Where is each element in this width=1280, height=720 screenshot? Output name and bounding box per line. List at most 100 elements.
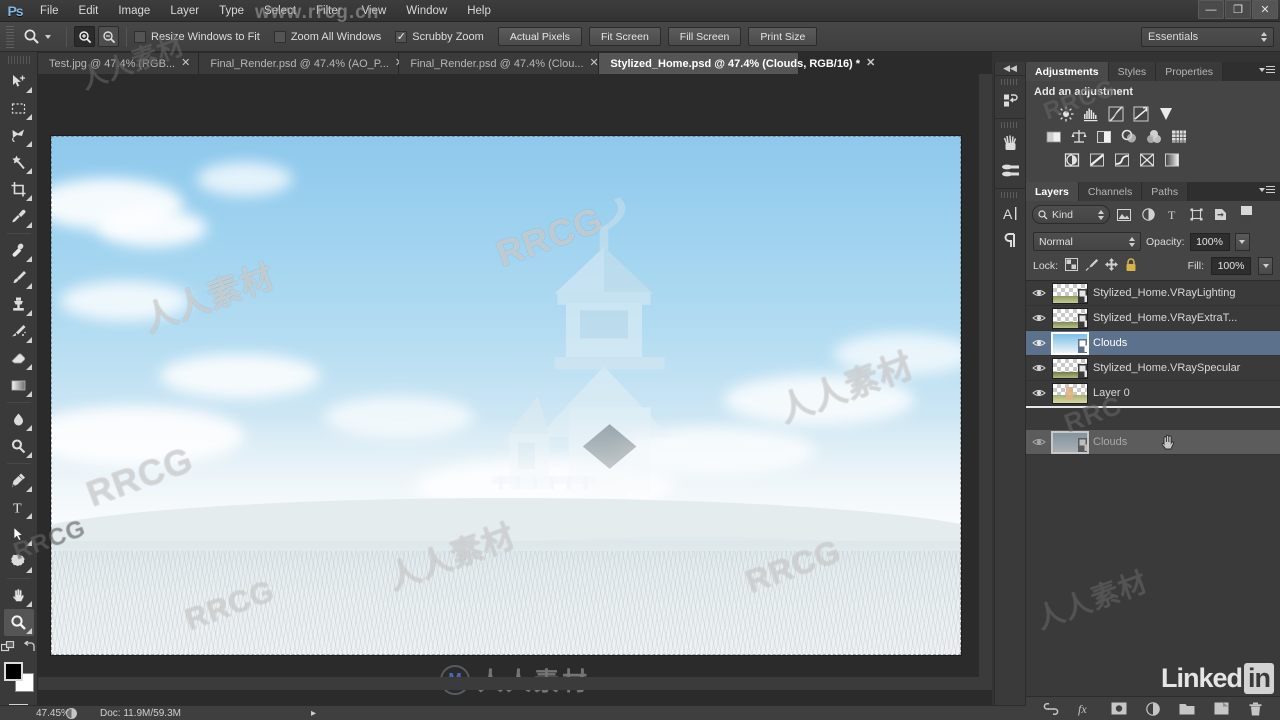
tool-preset-chevron-down-icon[interactable] [45,34,51,39]
blur-tool[interactable] [4,406,34,433]
opacity-dropdown-button[interactable] [1234,232,1250,251]
reset-tools-icon[interactable] [23,640,36,657]
canvas-area[interactable]: 人人素材 RRCG 人人素材 RRCG 人人素材 RRCG RRCG M 人人素… [38,74,992,705]
menu-edit[interactable]: Edit [69,0,109,22]
delete-layer-icon[interactable] [1246,700,1264,718]
layer-name[interactable]: Stylized_Home.VRayLighting [1093,287,1235,299]
path-selection-tool[interactable] [4,521,34,548]
status-preview-icon[interactable] [60,707,82,719]
layer-row-layer-0[interactable]: Layer 0 [1026,381,1280,406]
menu-help[interactable]: Help [457,0,501,22]
layer-filter-kind-select[interactable]: Kind [1032,205,1110,224]
history-icon[interactable] [996,87,1024,114]
rail-drag-handle[interactable] [1001,79,1019,85]
filter-toggle-icon[interactable] [1236,205,1256,224]
options-bar-drag-handle[interactable] [6,25,14,48]
canvas-vertical-scrollbar[interactable] [979,74,992,690]
layer-thumbnail[interactable] [1052,307,1088,329]
zoom-in-button[interactable] [74,26,95,47]
lasso-tool[interactable] [4,122,34,149]
smart-object-filter-icon[interactable] [1210,205,1230,224]
layer-name[interactable]: Stylized_Home.VRaySpecular [1093,362,1240,374]
menu-layer[interactable]: Layer [160,0,209,22]
tab-paths[interactable]: Paths [1142,182,1189,201]
layer-visibility-toggle[interactable] [1026,281,1052,306]
tab-close-icon[interactable]: ✕ [590,58,599,69]
zoom-all-windows-option[interactable]: Zoom All Windows [273,30,381,43]
menu-image[interactable]: Image [108,0,160,22]
character-icon[interactable]: A [996,200,1024,227]
minimize-button[interactable]: — [1198,0,1224,19]
layer-thumbnail[interactable] [1052,357,1088,379]
posterize-icon[interactable] [1087,151,1107,168]
layer-row-vrayspecular[interactable]: Stylized_Home.VRaySpecular [1026,356,1280,381]
status-menu-arrow-icon[interactable]: ▸ [311,708,316,719]
photo-filter-icon[interactable] [1119,128,1139,145]
fit-screen-button[interactable]: Fit Screen [588,27,661,46]
fill-screen-button[interactable]: Fill Screen [667,27,742,46]
tab-layers[interactable]: Layers [1026,182,1079,201]
menu-type[interactable]: Type [209,0,254,22]
channel-mixer-icon[interactable] [1144,128,1164,145]
print-size-button[interactable]: Print Size [748,27,818,46]
tools-panel-drag-handle[interactable] [7,56,30,64]
dragged-layer-row-clouds[interactable]: Clouds [1026,430,1280,455]
vibrance-icon[interactable] [1156,105,1176,122]
move-tool[interactable] [4,68,34,95]
layer-visibility-toggle[interactable] [1026,306,1052,331]
hue-saturation-icon[interactable] [1044,128,1064,145]
paragraph-icon[interactable] [996,227,1024,254]
layer-thumbnail[interactable] [1052,382,1088,404]
levels-icon[interactable] [1081,105,1101,122]
layer-row-clouds[interactable]: Clouds [1026,331,1280,356]
brush-panel-icon[interactable] [996,157,1024,184]
dodge-tool[interactable] [4,433,34,460]
brush-presets-icon[interactable] [996,130,1024,157]
history-brush-tool[interactable] [4,318,34,345]
layer-thumbnail[interactable] [1051,430,1089,454]
tool-preset-picker[interactable] [20,26,59,48]
menu-window[interactable]: Window [396,0,457,22]
canvas-horizontal-scrollbar[interactable] [38,677,979,690]
tab-channels[interactable]: Channels [1078,182,1143,201]
zoom-all-windows-checkbox[interactable] [273,30,286,43]
brightness-contrast-icon[interactable] [1056,105,1076,122]
rail-drag-handle[interactable] [1001,192,1019,198]
layer-row-vrayextratex[interactable]: Stylized_Home.VRayExtraT... [1026,306,1280,331]
color-balance-icon[interactable] [1069,128,1089,145]
layer-name[interactable]: Clouds [1093,436,1127,448]
link-layers-icon[interactable] [1042,700,1060,718]
eraser-tool[interactable] [4,345,34,372]
tab-adjustments[interactable]: Adjustments [1026,62,1109,81]
curves-icon[interactable] [1106,105,1126,122]
menu-select[interactable]: Select [254,0,306,22]
add-layer-mask-icon[interactable] [1110,700,1128,718]
magic-wand-tool[interactable] [4,149,34,176]
menu-view[interactable]: View [352,0,397,22]
blend-mode-select[interactable]: Normal [1033,232,1141,251]
new-adjustment-layer-icon[interactable] [1144,700,1162,718]
rectangular-marquee-tool[interactable] [4,95,34,122]
layers-panel-menu-icon[interactable] [1259,186,1275,193]
close-button[interactable]: ✕ [1252,0,1278,19]
exposure-icon[interactable] [1131,105,1151,122]
layer-name[interactable]: Clouds [1093,337,1127,349]
tab-final-render-clouds[interactable]: Final_Render.psd @ 47.4% (Clou... ✕ [399,53,600,74]
tab-stylized-home[interactable]: Stylized_Home.psd @ 47.4% (Clouds, RGB/1… [599,53,875,74]
document-canvas[interactable]: 人人素材 RRCG 人人素材 RRCG 人人素材 RRCG RRCG [51,136,961,655]
menu-file[interactable]: File [30,0,69,22]
new-layer-icon[interactable] [1212,700,1230,718]
fill-value-field[interactable]: 100% [1211,257,1251,275]
foreground-color-swatch[interactable] [3,662,23,681]
pen-tool[interactable] [4,467,34,494]
scrubby-zoom-option[interactable]: Scrubby Zoom [395,30,484,43]
color-swatches[interactable] [2,661,36,693]
zoom-level-field[interactable]: 47.45% [0,708,70,719]
layer-name[interactable]: Layer 0 [1093,387,1130,399]
spot-healing-brush-tool[interactable] [4,237,34,264]
new-group-icon[interactable] [1178,700,1196,718]
clone-stamp-tool[interactable] [4,291,34,318]
crop-tool[interactable] [4,176,34,203]
layer-visibility-toggle[interactable] [1026,356,1052,381]
layer-thumbnail[interactable] [1051,331,1089,355]
